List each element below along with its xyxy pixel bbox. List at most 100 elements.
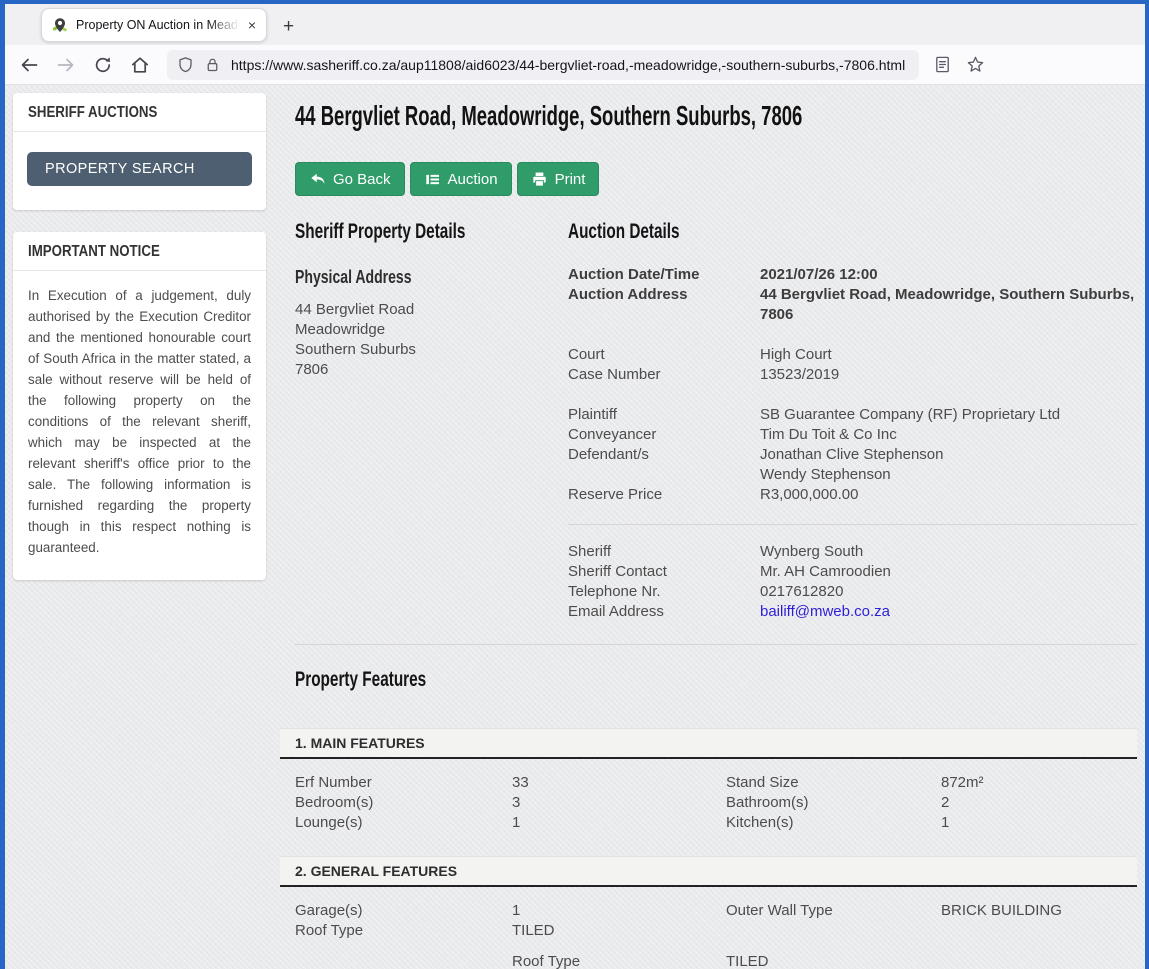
- important-notice-title: IMPORTANT NOTICE: [28, 243, 160, 261]
- site-favicon-map-pin-icon: [52, 17, 68, 33]
- plaintiff-value: SB Guarantee Company (RF) Proprietary Lt…: [760, 405, 1137, 425]
- property-search-button[interactable]: PROPERTY SEARCH: [27, 152, 252, 186]
- feature-label: Erf Number: [295, 773, 512, 793]
- feature-label: Stand Size: [726, 773, 941, 793]
- browser-window: Property ON Auction in Meadow × + https:…: [0, 0, 1149, 969]
- defendant-name: Wendy Stephenson: [760, 465, 1137, 485]
- important-notice-text: In Execution of a judgement, duly author…: [13, 271, 266, 580]
- address-line: 44 Bergvliet Road: [295, 300, 568, 320]
- reply-arrow-icon: [309, 171, 326, 188]
- main-features-title: 1. MAIN FEATURES: [295, 735, 425, 751]
- defendant-label: Defendant/s: [568, 445, 760, 485]
- address-line: 7806: [295, 360, 568, 380]
- page-title: 44 Bergvliet Road, Meadowridge, Southern…: [295, 100, 1137, 136]
- auction-datetime-value: 2021/07/26 12:00: [760, 265, 1137, 285]
- table-row: Garage(s) 1 Outer Wall Type BRICK BUILDI…: [295, 901, 1137, 921]
- forward-icon[interactable]: [56, 55, 76, 75]
- table-row: Erf Number 33 Stand Size 872m²: [295, 773, 1137, 793]
- feature-value: [941, 921, 1137, 941]
- feature-label: Lounge(s): [295, 813, 512, 833]
- table-row: Bedroom(s) 3 Bathroom(s) 2: [295, 793, 1137, 813]
- list-icon: [424, 171, 441, 188]
- feature-label: Roof Type: [295, 921, 512, 941]
- feature-label: Kitchen(s): [726, 813, 941, 833]
- conveyancer-label: Conveyancer: [568, 425, 760, 445]
- reserve-price-value: R3,000,000.00: [760, 485, 1137, 505]
- address-line: Southern Suburbs: [295, 340, 568, 360]
- telephone-label: Telephone Nr.: [568, 582, 760, 602]
- main-features-table: Erf Number 33 Stand Size 872m² Bedroom(s…: [280, 773, 1137, 833]
- main-content: 44 Bergvliet Road, Meadowridge, Southern…: [280, 93, 1137, 969]
- auction-details-heading: Auction Details: [568, 220, 1137, 248]
- feature-label: [295, 952, 512, 969]
- table-row: Roof Type TILED: [295, 921, 1137, 941]
- page-content: SHERIFF AUCTIONS PROPERTY SEARCH IMPORTA…: [5, 85, 1145, 969]
- feature-value: 1: [512, 813, 726, 833]
- table-row: Roof Type TILED: [295, 952, 1137, 969]
- sheriff-group: SheriffWynberg South Sheriff ContactMr. …: [568, 542, 1137, 622]
- sheriff-auctions-title: SHERIFF AUCTIONS: [28, 104, 157, 122]
- auction-datetime-label: Auction Date/Time: [568, 265, 760, 285]
- back-icon[interactable]: [19, 55, 39, 75]
- table-row: Lounge(s) 1 Kitchen(s) 1: [295, 813, 1137, 833]
- reserve-price-label: Reserve Price: [568, 485, 760, 505]
- feature-value: TILED: [726, 952, 941, 969]
- parties-group: PlaintiffSB Guarantee Company (RF) Propr…: [568, 405, 1137, 505]
- feature-value: 33: [512, 773, 726, 793]
- reload-icon[interactable]: [93, 55, 113, 75]
- feature-label: Outer Wall Type: [726, 901, 941, 921]
- sheriff-property-details-heading: Sheriff Property Details: [295, 220, 568, 248]
- auction-button[interactable]: Auction: [410, 162, 512, 196]
- auction-when-where-group: Auction Date/Time2021/07/26 12:00 Auctio…: [568, 265, 1137, 325]
- important-notice-header: IMPORTANT NOTICE: [13, 232, 266, 271]
- tab-close-icon[interactable]: ×: [245, 17, 259, 33]
- auction-details: Auction Details Auction Date/Time2021/07…: [568, 220, 1137, 622]
- reader-mode-icon[interactable]: [933, 55, 952, 74]
- divider: [568, 524, 1137, 525]
- feature-value: 2: [941, 793, 1137, 813]
- print-button[interactable]: Print: [517, 162, 600, 196]
- general-features-title: 2. GENERAL FEATURES: [295, 863, 457, 879]
- sheriff-label: Sheriff: [568, 542, 760, 562]
- feature-label: Bedroom(s): [295, 793, 512, 813]
- court-value: High Court: [760, 345, 1137, 365]
- address-line: Meadowridge: [295, 320, 568, 340]
- browser-tab[interactable]: Property ON Auction in Meadow ×: [41, 8, 267, 42]
- court-group: CourtHigh Court Case Number13523/2019: [568, 345, 1137, 385]
- feature-label: Bathroom(s): [726, 793, 941, 813]
- browser-toolbar: https://www.sasheriff.co.za/aup11808/aid…: [5, 45, 1145, 85]
- feature-value: 1: [512, 901, 726, 921]
- feature-value: BRICK BUILDING: [941, 901, 1137, 921]
- case-number-label: Case Number: [568, 365, 760, 385]
- new-tab-button[interactable]: +: [283, 17, 294, 36]
- telephone-value: 0217612820: [760, 582, 1137, 602]
- go-back-button[interactable]: Go Back: [295, 162, 405, 196]
- feature-label: Garage(s): [295, 901, 512, 921]
- sidebar: SHERIFF AUCTIONS PROPERTY SEARCH IMPORTA…: [13, 93, 266, 602]
- divider: [295, 644, 1137, 645]
- court-label: Court: [568, 345, 760, 365]
- sheriff-property-details: Sheriff Property Details Physical Addres…: [295, 220, 568, 622]
- bookmark-star-icon[interactable]: [966, 55, 985, 74]
- lock-icon[interactable]: [204, 56, 221, 73]
- physical-address: 44 Bergvliet Road Meadowridge Southern S…: [295, 300, 568, 380]
- general-features-table: Garage(s) 1 Outer Wall Type BRICK BUILDI…: [280, 901, 1137, 969]
- case-number-value: 13523/2019: [760, 365, 1137, 385]
- url-bar[interactable]: https://www.sasheriff.co.za/aup11808/aid…: [167, 50, 919, 80]
- tab-title: Property ON Auction in Meadow: [76, 18, 245, 32]
- printer-icon: [531, 171, 548, 188]
- feature-value: TILED: [512, 921, 726, 941]
- general-features-section-header: 2. GENERAL FEATURES: [280, 856, 1137, 887]
- feature-value: 1: [941, 813, 1137, 833]
- email-link[interactable]: bailiff@mweb.co.za: [760, 602, 1137, 622]
- feature-value: [941, 952, 1137, 969]
- action-buttons: Go Back Auction Print: [295, 162, 1137, 196]
- defendant-values: Jonathan Clive Stephenson Wendy Stephens…: [760, 445, 1137, 485]
- physical-address-heading: Physical Address: [295, 267, 568, 291]
- sheriff-contact-value: Mr. AH Camroodien: [760, 562, 1137, 582]
- email-label: Email Address: [568, 602, 760, 622]
- home-icon[interactable]: [130, 55, 150, 75]
- shield-icon[interactable]: [177, 56, 194, 73]
- sheriff-auctions-card: SHERIFF AUCTIONS PROPERTY SEARCH: [13, 93, 266, 210]
- property-features-heading: Property Features: [295, 668, 1137, 696]
